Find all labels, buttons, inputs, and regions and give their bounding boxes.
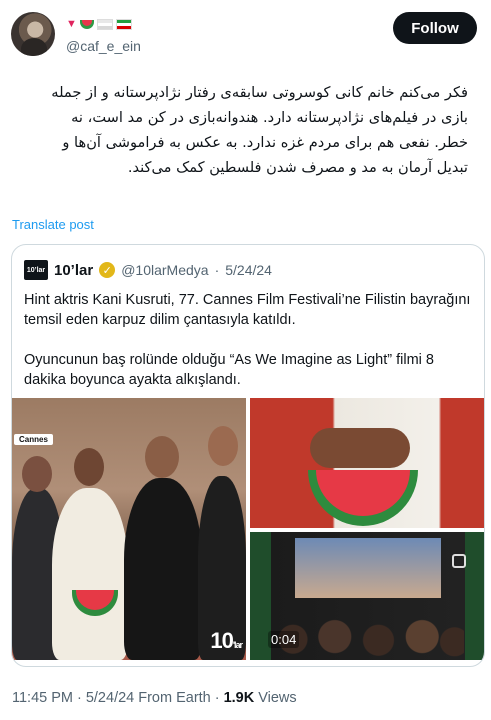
follow-button[interactable]: Follow (393, 12, 477, 44)
views-label: Views (258, 690, 297, 706)
tweet-header: ▼ @caf_e_ein Follow (11, 10, 481, 58)
watermelon-icon (79, 19, 94, 29)
watermark-suffix: 'lar (232, 640, 243, 650)
flag-icon (96, 18, 113, 30)
quote-header: 10’lar 10’lar ✓ @10larMedya · 5/24/24 (24, 259, 272, 281)
person-head (208, 426, 238, 466)
tweet-line: فکر می‌کنم خانم کانی کوسروتی سابقه‌ی رفت… (51, 84, 468, 101)
quote-author-handle[interactable]: @10larMedya (121, 262, 208, 278)
post-source: From Earth (138, 690, 211, 706)
tweet-text: فکر می‌کنم خانم کانی کوسروتی سابقه‌ی رفت… (14, 80, 468, 180)
audience-figure (274, 608, 464, 660)
red-carpet-photo[interactable]: Cannes 10'lar (12, 398, 246, 660)
media-grid: Cannes 10'lar 0:04 (12, 398, 484, 660)
display-name[interactable]: ▼ (66, 16, 132, 32)
avatar[interactable] (11, 12, 55, 56)
quote-avatar[interactable]: 10’lar (24, 260, 48, 280)
person-head (145, 436, 179, 478)
tweet-line: بازی در فیلم‌های نژادپرستانه دارد. هندوا… (71, 109, 468, 126)
translate-post-link[interactable]: Translate post (12, 217, 94, 232)
person-figure (52, 488, 128, 660)
hands-figure (310, 428, 410, 468)
quote-avatar-text: 10’lar (26, 266, 46, 274)
post-time[interactable]: 11:45 PM (12, 690, 73, 706)
quote-text: Hint aktris Kani Kusruti, 77. Cannes Fil… (24, 290, 474, 390)
quote-paragraph: Hint aktris Kani Kusruti, 77. Cannes Fil… (24, 292, 471, 328)
iran-flag-icon (115, 18, 132, 30)
watermelon-bag-icon (308, 470, 418, 526)
video-thumbnail[interactable]: 0:04 (250, 532, 484, 660)
tweet-line: تبدیل آرمان به مد و مصرف شدن فلسطین کمک … (127, 159, 468, 176)
author-handle[interactable]: @caf_e_ein (66, 38, 141, 54)
views-count: 1.9K (223, 690, 255, 706)
watermark-logo: 10'lar (210, 628, 243, 654)
watermark-number: 10 (210, 628, 234, 653)
verified-badge-icon: ✓ (99, 262, 116, 278)
separator-dot: · (77, 690, 82, 706)
person-figure (124, 478, 202, 660)
cannes-badge: Cannes (14, 434, 53, 445)
post-date[interactable]: 5/24/24 (86, 690, 134, 706)
cinema-screen (295, 538, 441, 598)
separator-dot: · (214, 690, 220, 706)
tweet-footer: 11:45 PM · 5/24/24 From Earth · 1.9K Vie… (12, 690, 297, 706)
person-head (22, 456, 52, 492)
tweet-line: خطر. نفعی هم برای مردم غزه ندارد. به عکس… (62, 134, 468, 151)
quote-author-name[interactable]: 10’lar (54, 262, 93, 279)
quote-paragraph: Oyuncunun baş rolünde olduğu “As We Imag… (24, 352, 434, 388)
red-heart-icon: ▼ (66, 18, 77, 30)
person-head (74, 448, 104, 486)
separator-dot: · (214, 262, 220, 278)
quoted-tweet[interactable]: 10’lar 10’lar ✓ @10larMedya · 5/24/24 Hi… (11, 244, 485, 667)
watermelon-bag-photo[interactable] (250, 398, 484, 528)
video-icon (452, 554, 466, 568)
quote-date[interactable]: 5/24/24 (225, 262, 272, 278)
video-duration: 0:04 (268, 631, 300, 648)
